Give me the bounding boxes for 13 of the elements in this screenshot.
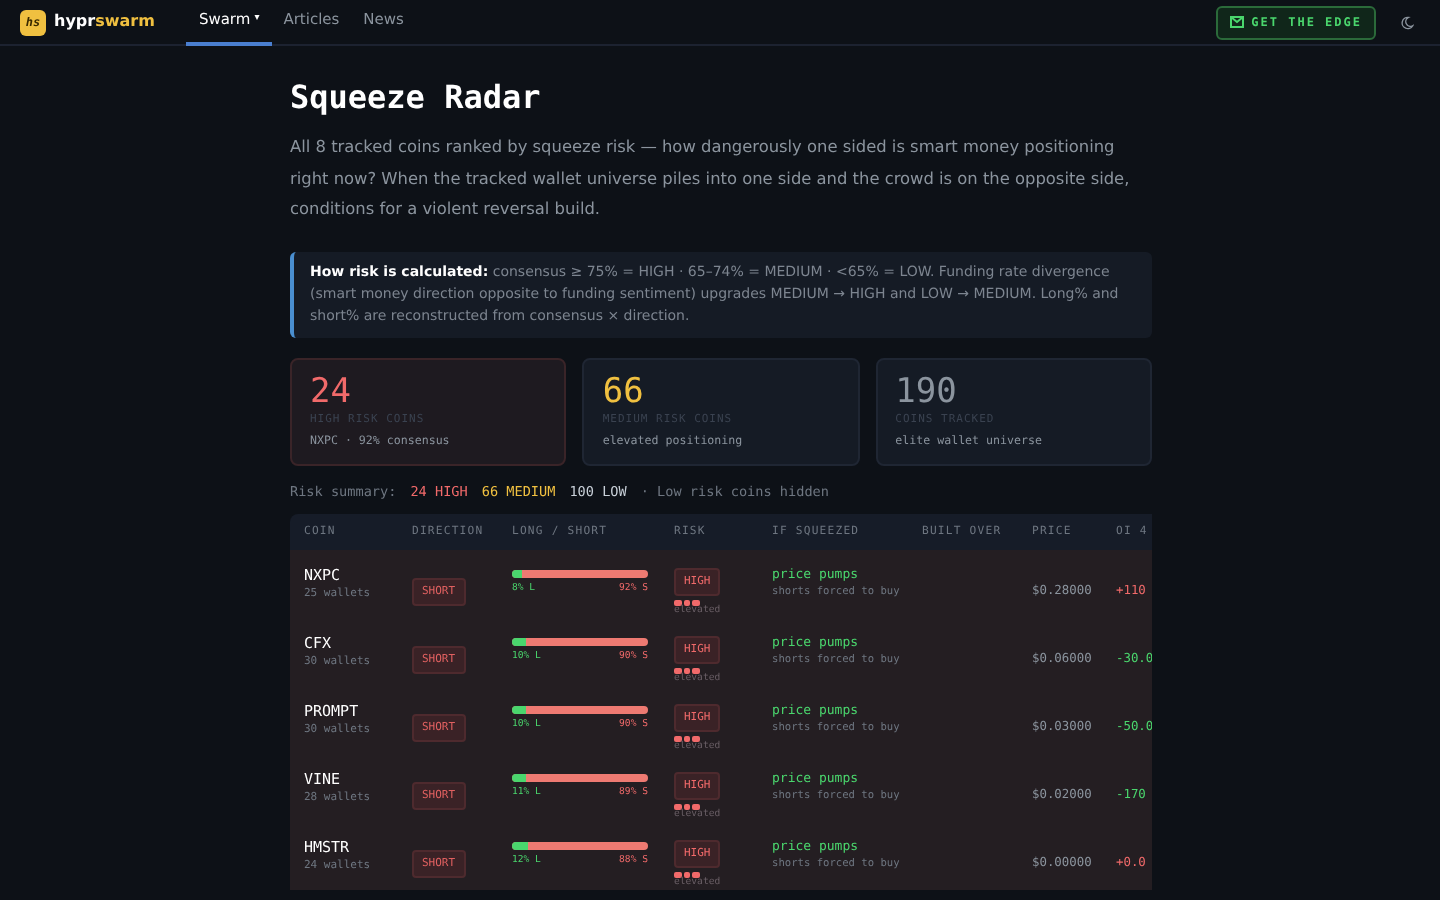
risk-dots-icon xyxy=(674,599,699,607)
risk-dots-icon xyxy=(674,667,699,675)
moon-icon xyxy=(1399,15,1413,29)
stat-value: 24 xyxy=(310,372,353,413)
intro-paragraph: All 8 tracked coins ranked by squeeze risk — how dangerously one sided is smart money positioning right now? When the tracked wallet universe piles into one side and the crowd is on the opposite side, conditions for a violent reversal build. xyxy=(290,134,1132,222)
stat-value: 66 xyxy=(602,372,646,413)
mail-icon xyxy=(1229,16,1244,28)
brand-name[interactable]: hyprswarm xyxy=(54,10,155,34)
stat-value: 190 xyxy=(895,372,959,413)
risk-dots-icon xyxy=(674,871,699,879)
risk-dots-icon xyxy=(674,803,699,811)
page-title: Squeeze Radar xyxy=(290,78,543,117)
risk-dots-icon xyxy=(674,735,699,743)
